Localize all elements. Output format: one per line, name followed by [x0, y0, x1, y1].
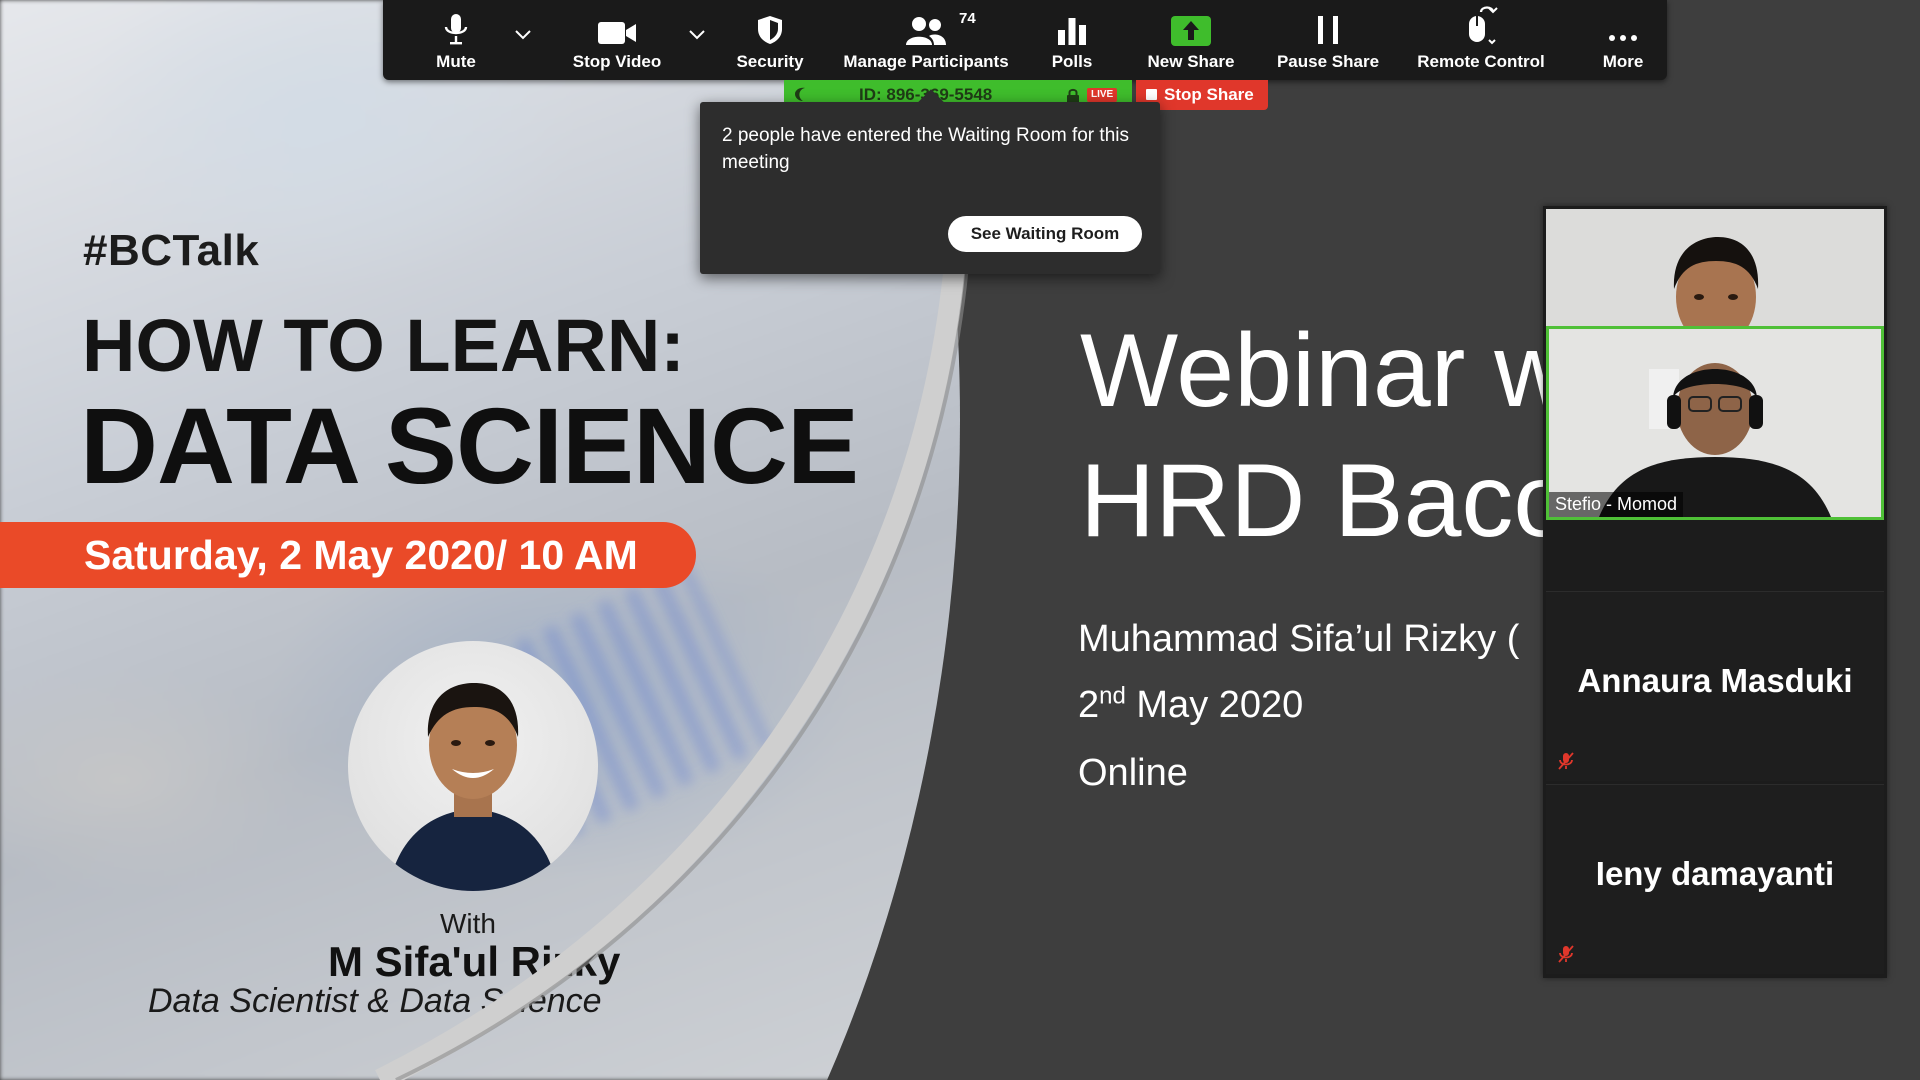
new-share-label: New Share: [1147, 52, 1235, 71]
pause-share-label: Pause Share: [1276, 52, 1380, 71]
security-label: Security: [736, 52, 804, 71]
shield-icon: [758, 16, 782, 44]
video-options-button[interactable]: [685, 24, 709, 44]
participants-video-panel: rizkysifaul Stefio - Momod Annaura Masdu…: [1543, 206, 1887, 978]
polls-label: Polls: [1051, 52, 1093, 71]
stop-video-label: Stop Video: [572, 52, 662, 71]
participant-name-tile[interactable]: Ieny damayanti: [1546, 784, 1884, 974]
stop-share-label: Stop Share: [1164, 85, 1254, 104]
participant-display-name: Annaura Masduki: [1577, 662, 1853, 699]
slide-date-rest: May 2020: [1125, 684, 1304, 726]
bar-chart-icon: [1058, 18, 1086, 45]
slide-date-day: 2: [1078, 684, 1100, 726]
microphone-icon: [444, 14, 468, 45]
slide-date: 2nd May 2020: [1078, 684, 1303, 727]
speaker-photo-illustration: [388, 683, 558, 891]
new-share-button[interactable]: New Share: [1141, 0, 1241, 80]
pause-icon: [1318, 16, 1338, 44]
audio-options-button[interactable]: [511, 24, 535, 44]
slide-title-line2: HRD Baco: [1080, 443, 1572, 559]
poster-date-band: Saturday, 2 May 2020/ 10 AM: [0, 522, 696, 588]
see-waiting-room-button[interactable]: See Waiting Room: [948, 216, 1142, 252]
pause-share-button[interactable]: Pause Share: [1273, 0, 1383, 80]
security-button[interactable]: Security: [727, 0, 813, 80]
mute-label: Mute: [436, 52, 476, 71]
participant-count: 74: [959, 10, 976, 27]
poster-speaker-role: Data Scientist & Data Science: [148, 982, 602, 1020]
waiting-room-notification: 2 people have entered the Waiting Room f…: [700, 89, 1160, 274]
more-label: More: [1602, 52, 1644, 71]
live-badge: LIVE: [1087, 88, 1118, 102]
slide-date-suffix: nd: [1099, 682, 1126, 710]
speaker-photo: [348, 641, 598, 891]
meeting-toolbar: Mute Stop Video Security Manage Particip…: [383, 0, 1667, 80]
participant-display-name: Ieny damayanti: [1595, 855, 1835, 892]
moon-icon: [795, 87, 805, 101]
video-camera-icon: [598, 22, 636, 44]
slide-title-line1: Webinar w: [1080, 313, 1570, 429]
chevron-down-icon: [515, 30, 531, 40]
more-dots-icon: [1609, 35, 1637, 41]
stop-video-button[interactable]: Stop Video: [561, 0, 673, 80]
manage-participants-label: Manage Participants: [843, 52, 1009, 71]
poster-topic: DATA SCIENCE: [80, 385, 859, 506]
stop-square-icon: [1146, 89, 1157, 100]
participant-video-feed: [1549, 329, 1881, 517]
manage-participants-button[interactable]: Manage Participants: [843, 0, 1009, 80]
poster-with-label: With: [440, 908, 496, 939]
participants-icon: [906, 17, 946, 45]
participant-video-tile-active[interactable]: Stefio - Momod: [1546, 326, 1884, 520]
muted-microphone-icon: [1558, 752, 1574, 770]
waiting-room-message: 2 people have entered the Waiting Room f…: [722, 125, 1129, 173]
polls-button[interactable]: Polls: [1029, 0, 1115, 80]
poster-date: Saturday, 2 May 2020/ 10 AM: [84, 532, 638, 578]
poster-headline: HOW TO LEARN:: [82, 304, 685, 387]
remote-control-label: Remote Control: [1417, 52, 1545, 71]
mute-button[interactable]: Mute: [421, 0, 491, 80]
poster-hashtag: #BCTalk: [83, 226, 260, 275]
muted-microphone-icon: [1558, 945, 1574, 963]
mouse-remote-icon: [1469, 6, 1498, 45]
slide-presenter: Muhammad Sifa’ul Rizky (: [1078, 618, 1520, 660]
participant-name: Stefio - Momod: [1549, 492, 1684, 517]
more-button[interactable]: More: [1595, 0, 1651, 80]
share-screen-icon: [1171, 16, 1211, 46]
poster-speaker-name: M Sifa'ul Rizky: [328, 938, 621, 985]
chevron-down-icon: [689, 30, 705, 40]
participant-name-tile[interactable]: Annaura Masduki: [1546, 591, 1884, 781]
slide-mode: Online: [1078, 752, 1188, 794]
remote-control-button[interactable]: Remote Control: [1413, 0, 1549, 80]
